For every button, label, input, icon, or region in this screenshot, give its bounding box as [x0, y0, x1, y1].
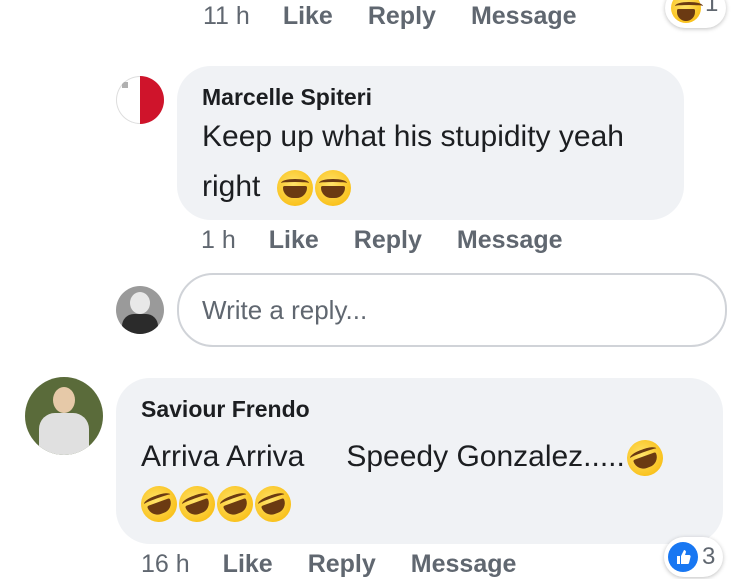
haha-emoji-icon	[671, 0, 703, 23]
like-link[interactable]: Like	[269, 226, 319, 255]
comment-text-part: Arriva Arriva	[141, 440, 305, 473]
comment-text: Arriva Arriva Speedy Gonzalez.....	[135, 432, 721, 528]
avatar[interactable]	[116, 286, 164, 334]
reply-link[interactable]: Reply	[354, 226, 422, 255]
rofl-emoji-icon	[249, 481, 297, 528]
comment-author[interactable]: Saviour Frendo	[141, 396, 310, 423]
flag-red-stripe	[140, 76, 164, 124]
avatar-head	[53, 387, 75, 413]
flag-cross-emblem	[122, 82, 128, 88]
message-link[interactable]: Message	[457, 226, 563, 255]
comment-text-line2: right	[202, 162, 672, 212]
avatar[interactable]	[25, 377, 103, 455]
comment-text: Keep up what his stupidity yeah right	[202, 112, 672, 212]
top-comment-actions: 11 h Like Reply Message	[203, 2, 577, 31]
comment-emoji-line	[135, 478, 721, 528]
comment-time: 16 h	[141, 550, 190, 578]
comment-author[interactable]: Marcelle Spiteri	[202, 84, 372, 111]
avatar-body	[122, 314, 158, 334]
message-link[interactable]: Message	[411, 550, 517, 579]
rofl-emoji-icon	[621, 435, 668, 482]
comment-text-part: Speedy Gonzalez.....	[346, 440, 625, 473]
comment-bubble: Marcelle Spiteri Keep up what his stupid…	[177, 66, 684, 220]
reply-placeholder: Write a reply...	[202, 295, 368, 325]
like-thumb-icon	[668, 542, 698, 572]
like-link[interactable]: Like	[223, 550, 273, 579]
rofl-emoji-icon	[135, 481, 183, 528]
avatar-body	[39, 413, 89, 455]
comment-bubble: Saviour Frendo Arriva Arriva Speedy Gonza…	[116, 378, 723, 544]
rofl-emoji-icon	[211, 481, 259, 528]
reply-link[interactable]: Reply	[308, 550, 376, 579]
like-link[interactable]: Like	[283, 2, 333, 31]
avatar[interactable]	[116, 76, 164, 124]
reply-link[interactable]: Reply	[368, 2, 436, 31]
rofl-emoji-icon	[173, 481, 221, 528]
reaction-badge[interactable]: 1	[665, 0, 727, 28]
comment-text-line: Keep up what his stupidity yeah	[202, 120, 624, 153]
reply-input[interactable]: Write a reply...	[177, 273, 727, 347]
laugh-tears-emoji-icon	[314, 170, 351, 207]
message-link[interactable]: Message	[471, 2, 577, 31]
comment-actions: 16 h Like Reply Message	[141, 550, 516, 579]
reaction-badge[interactable]: 3	[664, 537, 724, 577]
laugh-tears-emoji-icon	[276, 170, 313, 207]
reaction-count: 3	[702, 543, 716, 570]
comment-text-line: Arriva Arriva Speedy Gonzalez.....	[141, 432, 721, 482]
comment-time: 1 h	[201, 226, 236, 254]
comment-time: 11 h	[203, 2, 250, 30]
reaction-count: 1	[705, 0, 719, 17]
avatar-head	[130, 292, 150, 314]
comment-actions: 1 h Like Reply Message	[201, 226, 563, 255]
comment-text-word: right	[202, 170, 261, 203]
